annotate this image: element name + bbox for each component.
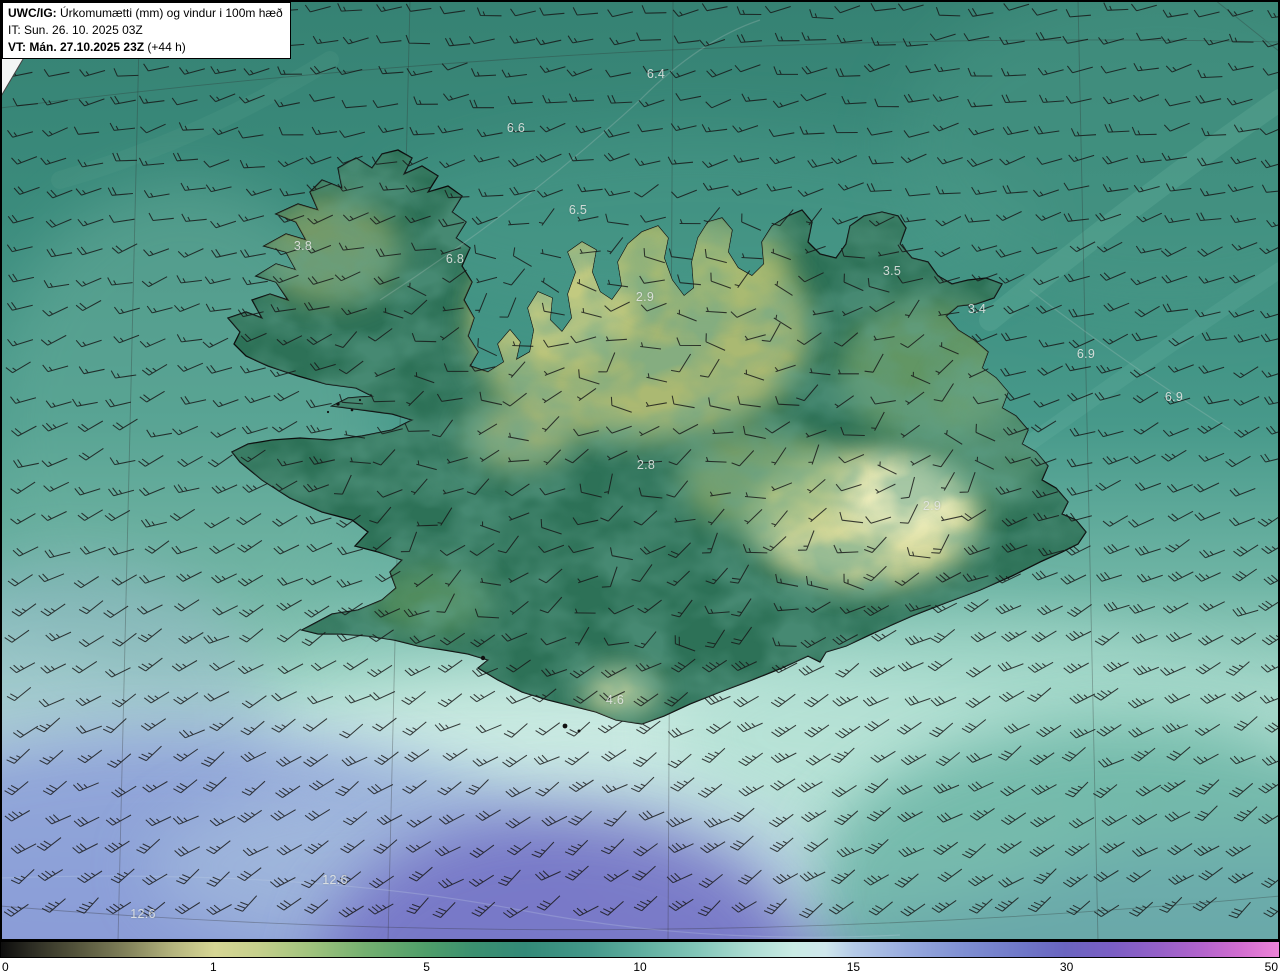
model-label: UWC/IG: — [8, 6, 57, 20]
colorbar-tick-label: 10 — [633, 960, 646, 974]
colorbar-tick-label: 1 — [210, 960, 217, 974]
map-title-box: UWC/IG: Úrkomumætti (mm) og vindur i 100… — [2, 2, 291, 59]
colorbar-ticks: 01510153050 — [0, 958, 1280, 978]
colorbar-tick-label: 50 — [1265, 960, 1278, 974]
valid-offset: (+44 h) — [144, 40, 186, 54]
colorbar: 01510153050 — [0, 941, 1280, 978]
weather-map-frame: 6.46.66.56.83.82.93.53.46.96.92.82.94.61… — [0, 0, 1280, 978]
colorbar-gradient — [0, 941, 1280, 958]
title-line: UWC/IG: Úrkomumætti (mm) og vindur i 100… — [8, 5, 283, 22]
product-title: Úrkomumætti (mm) og vindur i 100m hæð — [57, 6, 283, 20]
map-area: 6.46.66.56.83.82.93.53.46.96.92.82.94.61… — [0, 0, 1280, 941]
valid-time-line: VT: Mán. 27.10.2025 23Z (+44 h) — [8, 39, 283, 56]
colorbar-tick-label: 5 — [423, 960, 430, 974]
colorbar-tick-label: 30 — [1060, 960, 1073, 974]
init-time-line: IT: Sun. 26. 10. 2025 03Z — [8, 22, 283, 39]
valid-time: VT: Mán. 27.10.2025 23Z — [8, 40, 144, 54]
map-canvas — [0, 0, 1280, 941]
colorbar-tick-label: 0 — [2, 960, 9, 974]
init-time: IT: Sun. 26. 10. 2025 03Z — [8, 23, 143, 37]
colorbar-tick-label: 15 — [847, 960, 860, 974]
